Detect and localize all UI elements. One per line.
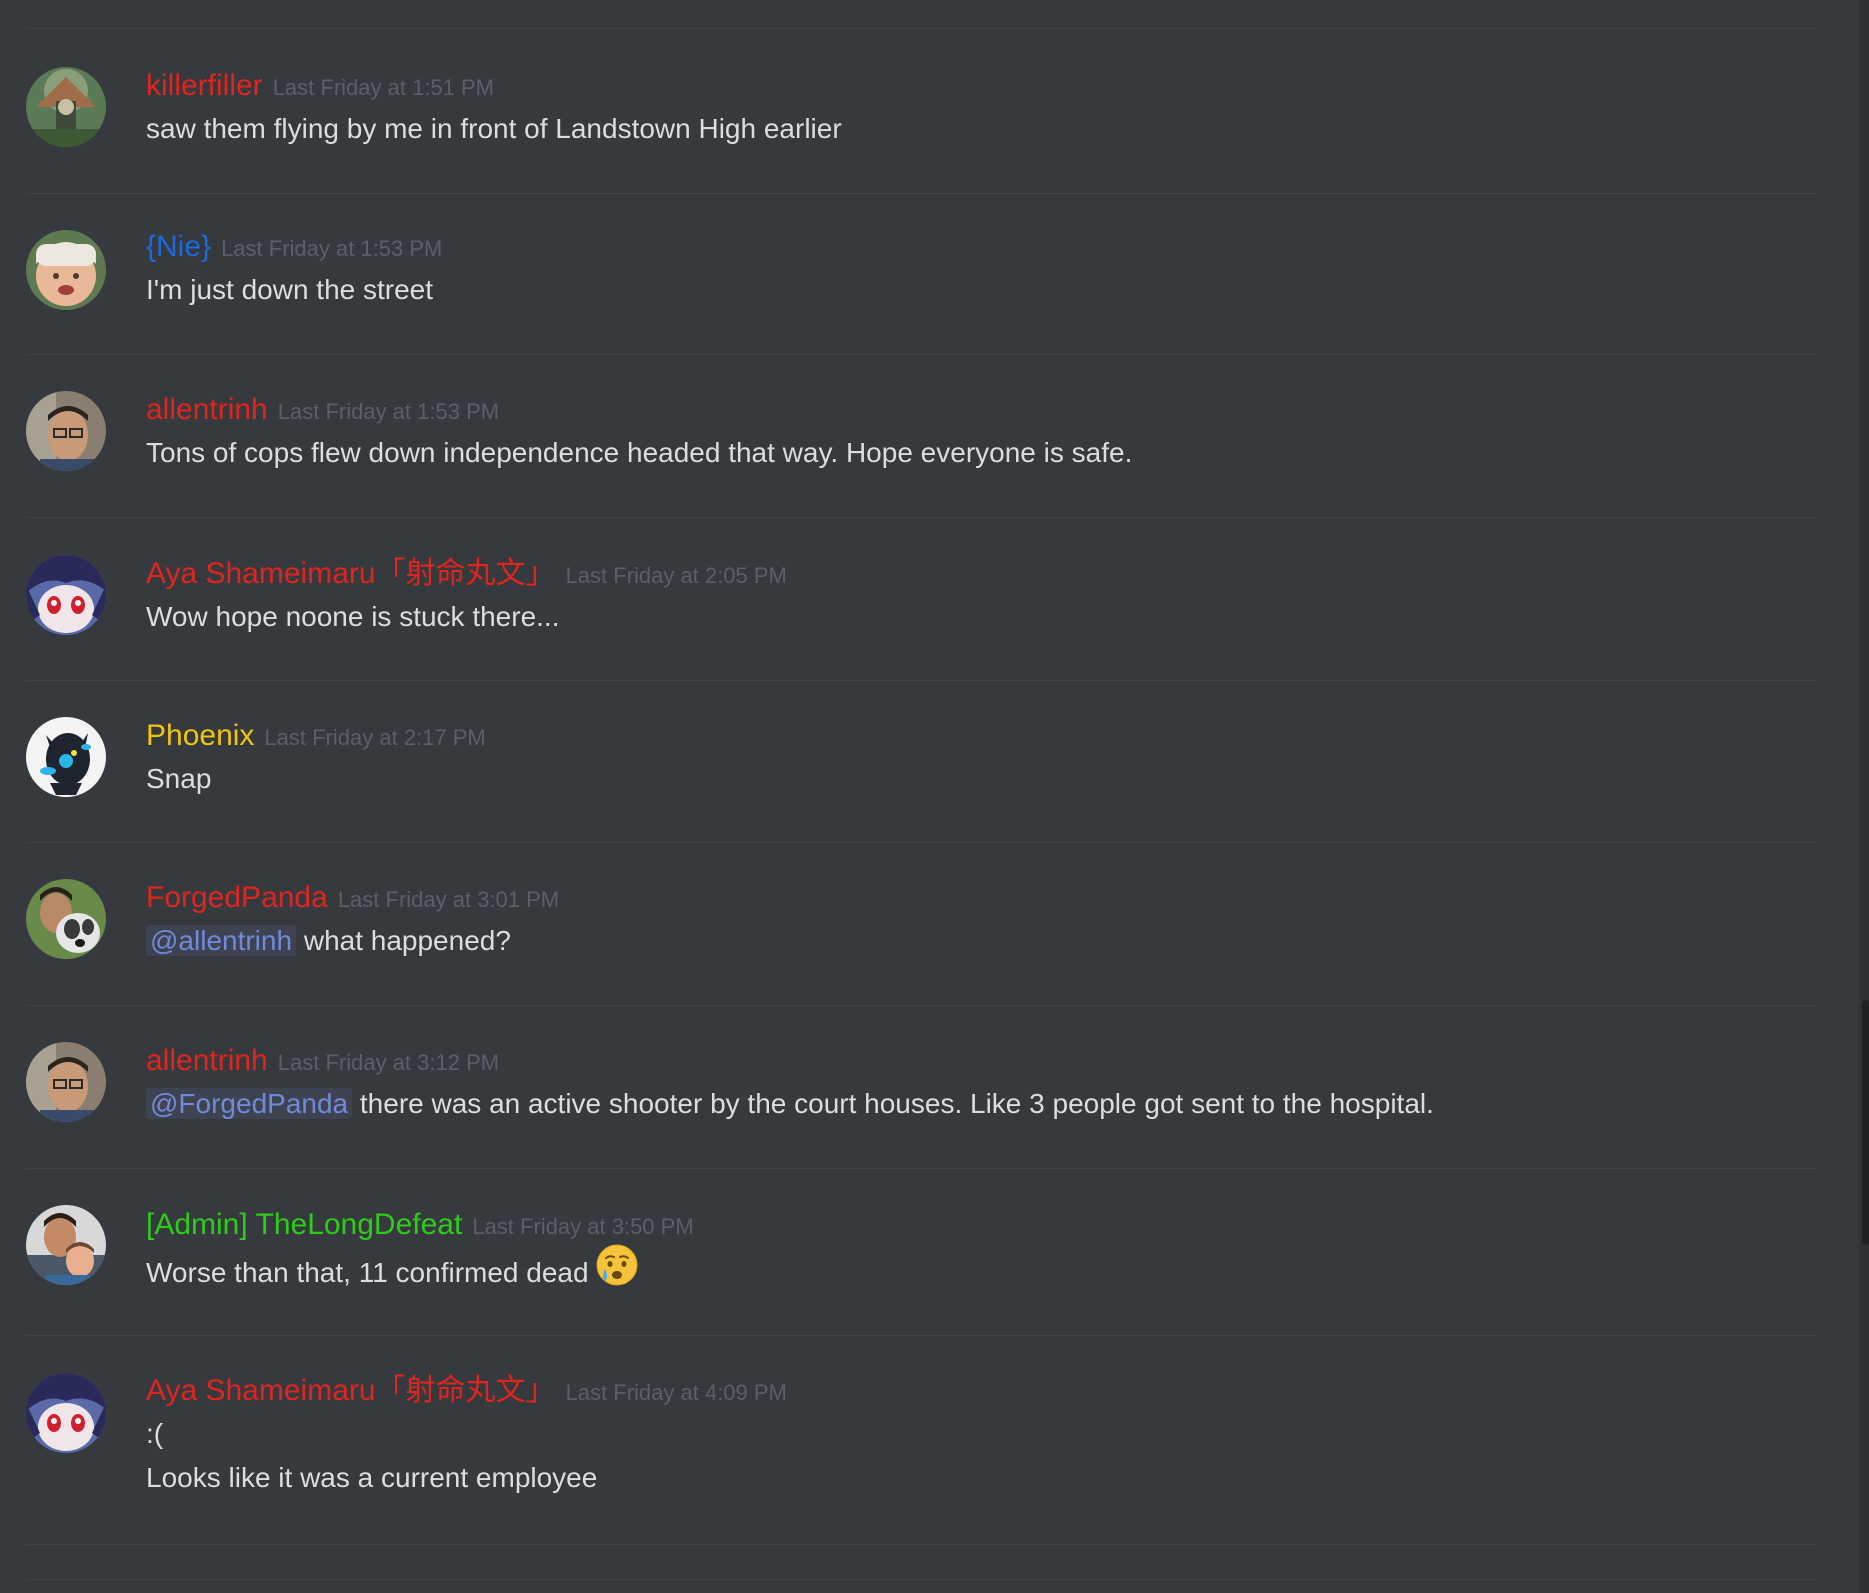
message-text: Looks like it was a current employee <box>146 1462 598 1493</box>
username[interactable]: allentrinh <box>146 393 268 426</box>
scrollbar-thumb[interactable] <box>1862 1000 1869 1245</box>
message-group: Aya Shameimaru「射命丸文」 Last Friday at 4:09 … <box>26 1335 1816 1545</box>
message-text-rest: Worse than that, 11 confirmed dead <box>146 1256 589 1288</box>
avatar[interactable] <box>26 67 106 147</box>
message-group: allentrinh Last Friday at 3:12 PM @Forged… <box>26 1005 1816 1169</box>
avatar[interactable] <box>26 555 106 635</box>
timestamp: Last Friday at 2:05 PM <box>565 563 787 588</box>
message-text: @allentrinh what happened? <box>146 919 1816 963</box>
divider <box>26 1579 1816 1580</box>
avatar[interactable] <box>26 717 106 797</box>
timestamp: Last Friday at 1:53 PM <box>221 236 443 261</box>
timestamp: Last Friday at 3:50 PM <box>472 1214 694 1239</box>
username[interactable]: Phoenix <box>146 719 254 752</box>
message-text: Snap <box>146 763 212 794</box>
message-text-rest: there was an active shooter by the court… <box>359 1088 1434 1119</box>
message-text: Wow hope noone is stuck there... <box>146 601 560 632</box>
user-mention[interactable]: @allentrinh <box>146 925 297 956</box>
message-text-rest: what happened? <box>303 925 511 956</box>
message-group: ForgedPanda Last Friday at 3:01 PM @allen… <box>26 842 1816 1006</box>
username[interactable]: allentrinh <box>146 1044 268 1077</box>
avatar[interactable] <box>26 1205 106 1285</box>
avatar[interactable] <box>26 391 106 471</box>
avatar[interactable] <box>26 879 106 959</box>
avatar[interactable] <box>26 1373 106 1453</box>
message-group: Aya Shameimaru「射命丸文」 Last Friday at 2:05 … <box>26 517 1816 681</box>
message-text: Tons of cops flew down independence head… <box>146 437 1133 468</box>
username[interactable]: Aya Shameimaru「射命丸文」 <box>146 557 556 590</box>
timestamp: Last Friday at 2:17 PM <box>264 725 486 750</box>
message-text: Worse than that, 11 confirmed dead <box>146 1243 1816 1303</box>
message-text: :( <box>146 1418 164 1449</box>
timestamp: Last Friday at 4:09 PM <box>565 1380 787 1405</box>
username[interactable]: ForgedPanda <box>146 881 328 914</box>
timestamp: Last Friday at 1:53 PM <box>277 399 500 424</box>
message-group: [Admin] TheLongDefeat Last Friday at 3:50… <box>26 1168 1816 1336</box>
username[interactable]: [Admin] TheLongDefeat <box>146 1208 462 1241</box>
username[interactable]: {Nie} <box>146 230 211 263</box>
scrollbar-track[interactable] <box>1859 0 1869 1593</box>
avatar[interactable] <box>26 1042 106 1122</box>
crying-face-emoji[interactable] <box>595 1243 639 1300</box>
timestamp: Last Friday at 1:51 PM <box>272 75 495 100</box>
chat-messages: killerfiller Last Friday at 1:51 PM saw t… <box>0 0 1869 1593</box>
message-group: {Nie} Last Friday at 1:53 PM I'm just dow… <box>26 193 1816 355</box>
timestamp: Last Friday at 3:12 PM <box>277 1050 500 1075</box>
user-mention[interactable]: @ForgedPanda <box>146 1088 353 1119</box>
username[interactable]: killerfiller <box>146 69 263 102</box>
message-text: I'm just down the street <box>146 274 434 305</box>
avatar[interactable] <box>26 230 106 310</box>
message-text: saw them flying by me in front of Landst… <box>146 113 842 144</box>
timestamp: Last Friday at 3:01 PM <box>337 887 560 912</box>
message-group: Phoenix Last Friday at 2:17 PM Snap <box>26 680 1816 843</box>
message-group: allentrinh Last Friday at 1:53 PM Tons of… <box>26 354 1816 518</box>
message-text: @ForgedPanda there was an active shooter… <box>146 1082 1816 1126</box>
message-group: killerfiller Last Friday at 1:51 PM saw t… <box>26 29 1816 194</box>
username[interactable]: Aya Shameimaru「射命丸文」 <box>146 1374 556 1407</box>
